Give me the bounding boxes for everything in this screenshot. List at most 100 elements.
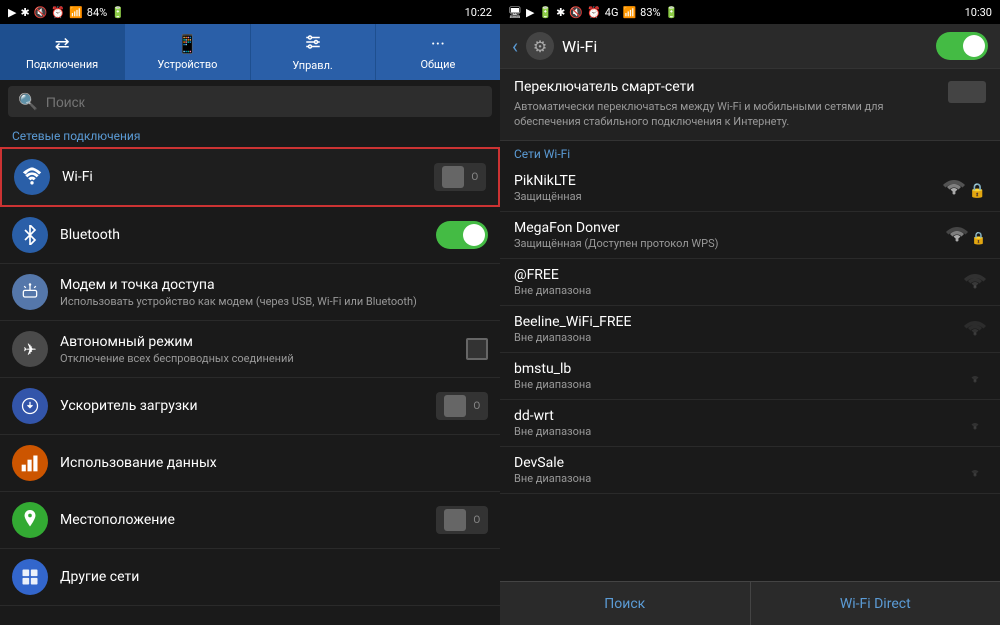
signal-icon: 📶 — [69, 6, 83, 19]
bluetooth-item[interactable]: Bluetooth — [0, 207, 500, 264]
data-item[interactable]: Использование данных — [0, 435, 500, 492]
search-bar[interactable]: 🔍 — [8, 86, 492, 117]
modem-item-icon — [12, 274, 48, 310]
search-input[interactable] — [46, 94, 482, 110]
bluetooth-item-icon — [12, 217, 48, 253]
wifi-signal-free — [964, 271, 986, 293]
wifi-signal-beeline — [964, 318, 986, 340]
modem-item-text: Модем и точка доступа Использовать устро… — [60, 277, 488, 308]
network-status-beeline: Вне диапазона — [514, 331, 954, 344]
right-play-icon: ▶ — [526, 6, 534, 19]
wifi-signal-megafon: 🔒 — [946, 224, 986, 245]
smart-switch-toggle[interactable] — [948, 81, 986, 103]
tab-device[interactable]: 📱 Устройство — [125, 24, 250, 80]
tab-device-label: Устройство — [157, 58, 217, 71]
download-item-icon — [12, 388, 48, 424]
battery-left: 84% — [87, 6, 107, 19]
smart-switch-title: Переключатель смарт-сети — [514, 79, 938, 95]
smart-switch-text: Переключатель смарт-сети Автоматически п… — [514, 79, 938, 130]
connections-icon: ⇄ — [55, 34, 70, 55]
airplane-item-title: Автономный режим — [60, 334, 454, 350]
settings-list: Wi-Fi O Bluetooth — [0, 147, 500, 625]
modem-item[interactable]: Модем и точка доступа Использовать устро… — [0, 264, 500, 321]
search-btn[interactable]: Поиск — [500, 582, 751, 625]
location-item-title: Местоположение — [60, 512, 424, 528]
right-signal-icon: 📶 — [622, 6, 636, 19]
location-item-text: Местоположение — [60, 512, 424, 528]
back-button[interactable]: ‹ — [512, 34, 518, 58]
data-item-icon — [12, 445, 48, 481]
wifi-toggle[interactable]: O — [434, 163, 486, 191]
tab-general[interactable]: ··· Общие — [376, 24, 500, 80]
airplane-checkbox[interactable] — [466, 338, 488, 360]
network-item-devsale[interactable]: DevSale Вне диапазона — [500, 447, 1000, 494]
wifi-settings-icon[interactable]: ⚙ — [526, 32, 554, 60]
tab-connections[interactable]: ⇄ Подключения — [0, 24, 125, 80]
bluetooth-status-icon: ✱ — [20, 6, 29, 19]
bluetooth-toggle[interactable] — [436, 221, 488, 249]
right-alarm-icon: ⏰ — [587, 6, 601, 19]
left-panel: ▶ ✱ 🔇 ⏰ 📶 84% 🔋 10:22 ⇄ Подключения 📱 Ус… — [0, 0, 500, 625]
wifi-direct-btn[interactable]: Wi-Fi Direct — [751, 582, 1000, 625]
network-item-ddwrt[interactable]: dd-wrt Вне диапазона — [500, 400, 1000, 447]
bluetooth-item-title: Bluetooth — [60, 227, 424, 243]
other-item-text: Другие сети — [60, 569, 488, 585]
other-item[interactable]: Другие сети — [0, 549, 500, 606]
network-name-megafon: MegaFon Donver — [514, 220, 936, 236]
right-mute-icon: 🔇 — [569, 6, 583, 19]
time-left: 10:22 — [465, 6, 492, 19]
airplane-item-icon: ✈ — [12, 331, 48, 367]
download-item[interactable]: Ускоритель загрузки O — [0, 378, 500, 435]
wifi-signal-pikniklte: 🔒 — [943, 177, 986, 199]
right-panel: 🖥 ▶ 🔋 ✱ 🔇 ⏰ 4G 📶 83% 🔋 10:30 ‹ ⚙ Wi-Fi П… — [500, 0, 1000, 625]
left-status-bar: ▶ ✱ 🔇 ⏰ 📶 84% 🔋 10:22 — [0, 0, 500, 24]
download-toggle[interactable]: O — [436, 392, 488, 420]
wifi-header-toggle[interactable] — [936, 32, 988, 60]
network-info-bmstu: bmstu_lb Вне диапазона — [514, 361, 954, 391]
right-4g-icon: 4G — [605, 6, 619, 19]
network-status-pikniklte: Защищённая — [514, 190, 933, 203]
wifi-header-toggle-knob — [963, 35, 985, 57]
right-bluetooth-icon: ✱ — [556, 6, 565, 19]
right-time: 10:30 — [965, 6, 992, 19]
mute-icon: 🔇 — [34, 6, 48, 19]
network-name-devsale: DevSale — [514, 455, 954, 471]
wifi-toggle-knob — [442, 166, 464, 188]
network-status-megafon: Защищённая (Доступен протокол WPS) — [514, 237, 936, 250]
network-list: PikNikLTE Защищённая 🔒 MegaFon Donver За… — [500, 165, 1000, 581]
bottom-buttons: Поиск Wi-Fi Direct — [500, 581, 1000, 625]
airplane-item[interactable]: ✈ Автономный режим Отключение всех беспр… — [0, 321, 500, 378]
network-name-bmstu: bmstu_lb — [514, 361, 954, 377]
manage-icon — [304, 33, 322, 56]
network-item-free[interactable]: @FREE Вне диапазона — [500, 259, 1000, 306]
right-status-bar: 🖥 ▶ 🔋 ✱ 🔇 ⏰ 4G 📶 83% 🔋 10:30 — [500, 0, 1000, 24]
modem-item-subtitle: Использовать устройство как модем (через… — [60, 295, 488, 308]
network-info-megafon: MegaFon Donver Защищённая (Доступен прот… — [514, 220, 936, 250]
location-item[interactable]: Местоположение O — [0, 492, 500, 549]
network-name-pikniklte: PikNikLTE — [514, 173, 933, 189]
nav-tabs: ⇄ Подключения 📱 Устройство Управл. ··· — [0, 24, 500, 80]
network-name-free: @FREE — [514, 267, 954, 283]
network-status-free: Вне диапазона — [514, 284, 954, 297]
right-screen-icon: 🖥 — [508, 6, 522, 19]
network-item-megafon[interactable]: MegaFon Donver Защищённая (Доступен прот… — [500, 212, 1000, 259]
network-item-beeline[interactable]: Beeline_WiFi_FREE Вне диапазона — [500, 306, 1000, 353]
network-name-ddwrt: dd-wrt — [514, 408, 954, 424]
download-item-text: Ускоритель загрузки — [60, 398, 424, 414]
network-info-pikniklte: PikNikLTE Защищённая — [514, 173, 933, 203]
location-item-icon — [12, 502, 48, 538]
wifi-item-title: Wi-Fi — [62, 169, 422, 185]
other-item-title: Другие сети — [60, 569, 488, 585]
wifi-item[interactable]: Wi-Fi O — [0, 147, 500, 207]
tab-general-label: Общие — [420, 58, 455, 71]
device-icon: 📱 — [176, 34, 198, 55]
network-info-ddwrt: dd-wrt Вне диапазона — [514, 408, 954, 438]
data-item-text: Использование данных — [60, 455, 488, 471]
bluetooth-item-text: Bluetooth — [60, 227, 424, 243]
tab-manage[interactable]: Управл. — [251, 24, 376, 80]
smart-switch-box: Переключатель смарт-сети Автоматически п… — [500, 69, 1000, 141]
network-item-pikniklte[interactable]: PikNikLTE Защищённая 🔒 — [500, 165, 1000, 212]
location-toggle[interactable]: O — [436, 506, 488, 534]
right-battery-icon: 🔋 — [538, 6, 552, 19]
network-item-bmstu[interactable]: bmstu_lb Вне диапазона — [500, 353, 1000, 400]
